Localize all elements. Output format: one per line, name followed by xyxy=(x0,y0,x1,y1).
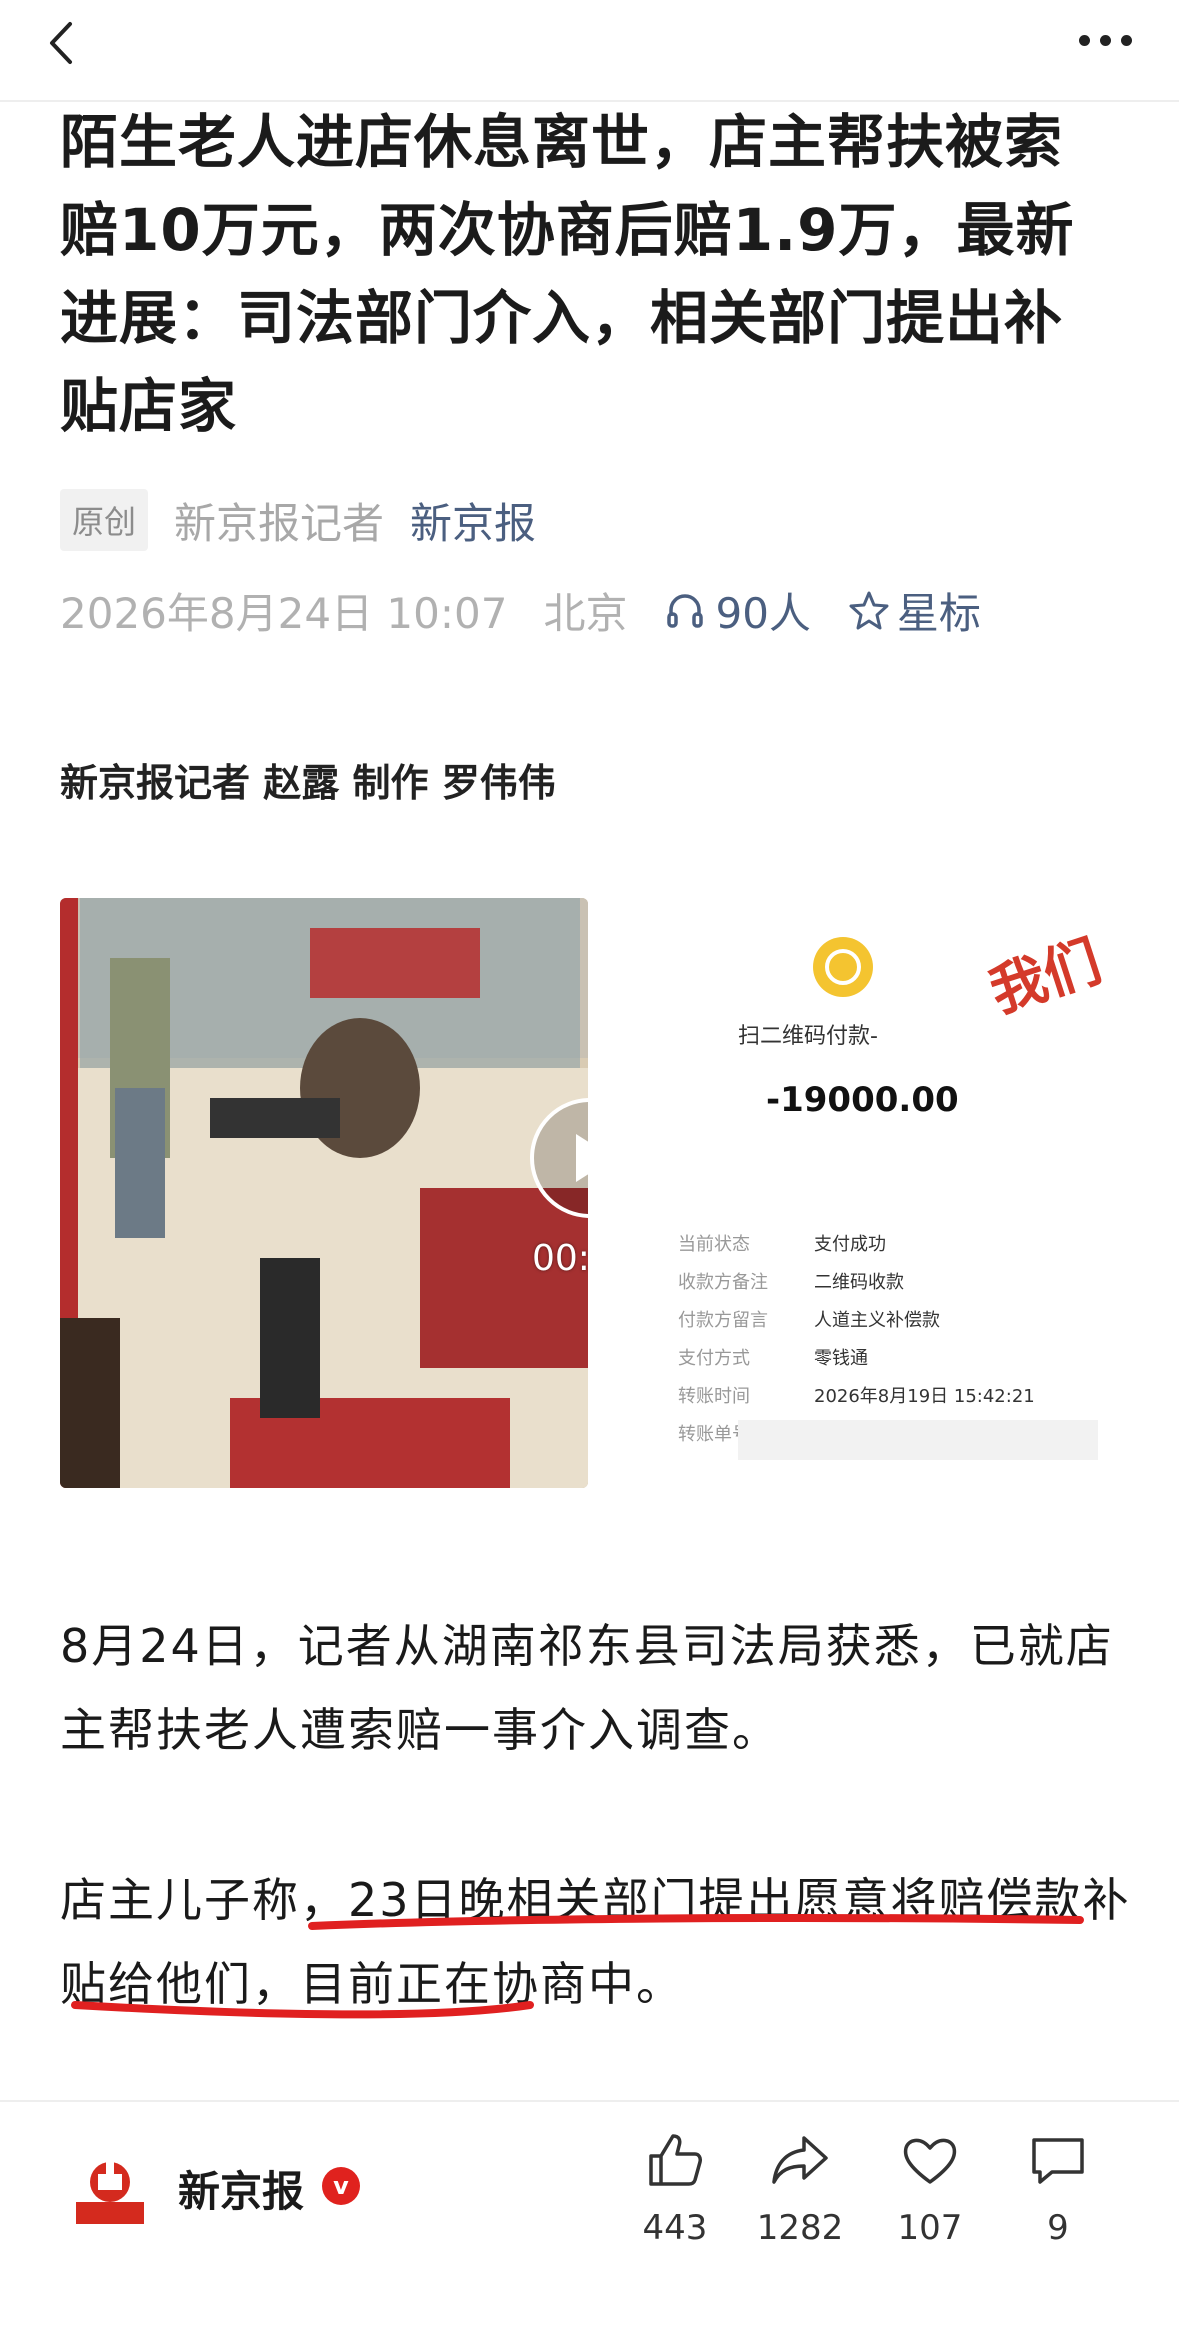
video-scene-image: 00:28 xyxy=(60,898,588,1488)
star-label: 星标 xyxy=(896,588,981,638)
receipt-row-label: 付款方留言 xyxy=(678,1310,768,1331)
source-link[interactable]: 新京报 xyxy=(410,490,536,551)
star-icon xyxy=(849,591,889,630)
receipt-amount: -19000.00 xyxy=(766,1080,959,1120)
comment-button[interactable]: 9 xyxy=(998,2128,1118,2248)
receipt-row-label: 转账时间 xyxy=(678,1386,750,1407)
back-button[interactable] xyxy=(40,18,90,68)
more-dot-icon xyxy=(1121,34,1132,46)
receipt-row-value: 2026年8月19日 15:42:21 xyxy=(814,1386,1035,1407)
coin-icon xyxy=(813,937,873,997)
receipt-row-label: 收款方备注 xyxy=(678,1272,768,1293)
article-meta: 2026年8月24日 10:07 北京 90人 星标 xyxy=(60,578,981,642)
receipt-row-value: 人道主义补偿款 xyxy=(814,1310,940,1331)
top-bar xyxy=(0,0,1179,100)
article-byline: 原创 新京报记者 新京报 xyxy=(60,488,536,552)
video-player[interactable]: 00:28 我们 扫二维码付款- -19000.00 当前状态 支付成功 收款方… xyxy=(60,898,1120,1488)
watermark-stamp: 我们 xyxy=(982,929,1109,1026)
newspaper-logo-icon xyxy=(72,2152,148,2228)
verified-badge: v xyxy=(322,2167,360,2205)
like-button[interactable]: 443 xyxy=(615,2128,735,2248)
receipt-row-label: 当前状态 xyxy=(678,1234,750,1255)
chevron-left-icon xyxy=(50,22,72,64)
red-underline-annotation xyxy=(71,1914,1084,2019)
video-duration: 00:28 xyxy=(532,1238,588,1279)
listener-count: 90人 xyxy=(715,588,811,638)
comment-icon xyxy=(1032,2138,1084,2184)
listen-button[interactable]: 90人 xyxy=(663,580,811,641)
publish-location: 北京 xyxy=(543,588,628,638)
receipt-row-label: 支付方式 xyxy=(678,1348,750,1369)
article-credit: 新京报记者 赵露 制作 罗伟伟 xyxy=(60,761,556,805)
more-dot-icon xyxy=(1079,34,1090,46)
favorite-button[interactable]: 107 xyxy=(870,2128,990,2248)
original-badge: 原创 xyxy=(60,489,149,551)
more-dot-icon xyxy=(1100,34,1111,46)
share-icon xyxy=(772,2136,828,2184)
source-name[interactable]: 新京报 xyxy=(178,2158,304,2219)
share-count: 1282 xyxy=(756,2208,844,2248)
publish-datetime: 2026年8月24日 10:07 xyxy=(60,588,508,638)
receipt-row-value: 零钱通 xyxy=(814,1348,868,1369)
star-button[interactable]: 星标 xyxy=(847,580,981,641)
thumbs-up-icon xyxy=(649,2134,702,2186)
heart-icon xyxy=(903,2138,957,2184)
article-title: 陌生老人进店休息离世，店主帮扶被索赔10万元，两次协商后赔1.9万，最新进展：司… xyxy=(60,108,1075,440)
favorite-count: 107 xyxy=(897,2208,963,2248)
comment-count: 9 xyxy=(1047,2208,1069,2248)
receipt-row-value: 二维码收款 xyxy=(814,1272,904,1293)
redacted-block xyxy=(738,1420,1098,1460)
like-count: 443 xyxy=(642,2208,708,2248)
source-logo[interactable] xyxy=(72,2152,148,2228)
receipt-title: 扫二维码付款- xyxy=(738,1024,878,1049)
share-button[interactable]: 1282 xyxy=(740,2128,860,2248)
payment-receipt-image: 我们 扫二维码付款- -19000.00 当前状态 支付成功 收款方备注 二维码… xyxy=(588,898,1120,1488)
article-paragraph: 8月24日，记者从湖南祁东县司法局获悉，已就店主帮扶老人遭索赔一事介入调查。 xyxy=(60,1619,1114,1757)
receipt-row-value: 支付成功 xyxy=(814,1234,886,1255)
more-options-button[interactable] xyxy=(1079,30,1139,50)
headphones-icon xyxy=(667,594,704,628)
reporter-label: 新京报记者 xyxy=(174,498,385,548)
